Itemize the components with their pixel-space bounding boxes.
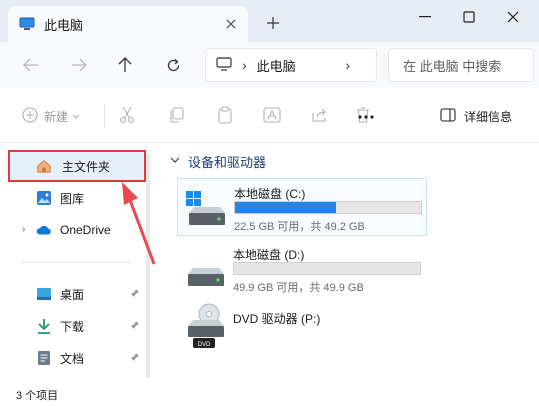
gallery-icon [36,190,52,206]
minimize-icon[interactable] [410,6,440,28]
scissors-icon [119,106,135,127]
share-button[interactable] [311,105,329,127]
drive-name: 本地磁盘 (C:) [234,187,306,201]
up-icon[interactable] [114,54,136,76]
sidebar-item-desktop[interactable]: 桌面 [8,278,146,310]
plus-icon[interactable] [262,12,284,34]
item-count: 3 个项目 [16,390,59,402]
download-icon [36,318,52,334]
tab-title: 此电脑 [44,17,84,33]
close-icon[interactable] [222,15,240,33]
chevron-down-icon [170,156,180,167]
file-explorer-window: 此电脑 › 此电脑 › 在 此电脑 中搜索 新建 详细信息 主文件夹 图库 › … [0,0,539,406]
back-icon[interactable] [20,54,42,76]
toolbar-divider [104,104,105,128]
sidebar-item-label: 下载 [60,319,85,334]
clipboard-icon [217,105,233,127]
sidebar-item-label: 桌面 [60,287,85,302]
refresh-icon[interactable] [162,54,184,76]
drive-space-info: 22.5 GB 可用，共 49.2 GB [234,221,365,233]
chevron-right-icon[interactable]: › [22,224,25,235]
details-pane-icon [440,107,456,125]
search-input[interactable]: 在 此电脑 中搜索 [388,48,534,82]
drive-c[interactable]: 本地磁盘 (C:) 22.5 GB 可用，共 49.2 GB [177,178,427,236]
maximize-icon[interactable] [454,6,484,28]
dvd-label: DVD [198,342,211,348]
drive-usage-bar [233,262,421,275]
drive-usage-fill [235,202,336,213]
details-pane-button[interactable]: 详细信息 [440,105,512,127]
drive-usage-bar [234,201,422,214]
copy-button[interactable] [168,105,184,127]
annotation-arrow [122,182,156,265]
chevron-right-icon[interactable]: › [345,57,350,73]
cloud-icon [36,222,52,238]
pin-icon[interactable] [130,288,140,301]
rename-icon [263,106,281,127]
rename-button[interactable] [263,105,281,127]
home-icon [36,158,52,174]
drive-name: 本地磁盘 (D:) [233,248,305,262]
dvd-drive-icon: DVD [183,302,227,348]
sidebar-item-label: 主文件夹 [62,159,111,174]
section-title: 设备和驱动器 [188,155,267,170]
drive-space-info: 49.9 GB 可用，共 49.9 GB [233,282,364,294]
pin-icon[interactable] [130,320,140,333]
sidebar-item-label: OneDrive [60,223,111,237]
content-pane: 设备和驱动器 本地磁盘 (C:) 22.5 GB 可用，共 49.2 GB 本地… [160,144,539,384]
sidebar-item-documents[interactable]: 文档 [8,342,146,374]
drive-name: DVD 驱动器 (P:) [233,312,321,326]
drive-d[interactable]: 本地磁盘 (D:) 49.9 GB 可用，共 49.9 GB [177,240,427,298]
breadcrumb-separator-icon: › [242,57,247,73]
window-close-icon[interactable] [498,6,528,28]
computer-icon [18,15,36,33]
plus-circle-icon [22,106,38,126]
devices-section-header[interactable]: 设备和驱动器 [170,152,266,171]
sidebar-item-downloads[interactable]: 下载 [8,310,146,342]
status-bar: 3 个项目 [0,384,539,406]
chevron-down-icon [72,109,80,123]
more-button[interactable] [357,105,375,127]
computer-icon [216,56,232,74]
hard-drive-icon [184,189,228,229]
cut-button[interactable] [119,105,135,127]
new-button-label: 新建 [44,109,69,124]
sidebar-item-label: 文档 [60,351,85,366]
paste-button[interactable] [217,105,233,127]
document-icon [36,350,52,366]
share-icon [311,107,329,126]
tab-this-pc[interactable]: 此电脑 [8,6,248,42]
title-bar: 此电脑 [0,0,539,42]
hard-drive-icon [183,250,227,290]
navigation-bar: › 此电脑 › 在 此电脑 中搜索 [0,42,539,88]
forward-icon[interactable] [68,54,90,76]
details-button-label: 详细信息 [464,109,513,124]
new-button[interactable]: 新建 [22,105,80,127]
drive-dvd[interactable]: DVD DVD 驱动器 (P:) [177,300,427,352]
address-bar[interactable]: › 此电脑 › [205,48,377,82]
desktop-icon [36,286,52,302]
more-icon [357,109,375,123]
command-bar: 新建 详细信息 [0,88,539,143]
pin-icon[interactable] [130,352,140,365]
sidebar-item-label: 图库 [60,191,85,206]
breadcrumb-location[interactable]: 此电脑 [257,56,296,75]
copy-icon [168,106,184,126]
